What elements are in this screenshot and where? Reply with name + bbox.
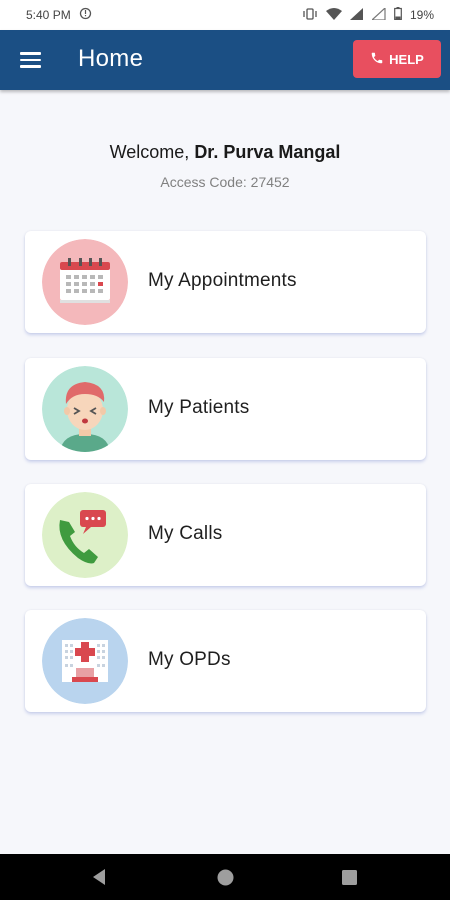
patients-label: My Patients <box>148 397 250 418</box>
sync-icon <box>79 7 92 23</box>
status-bar: 5:40 PM 19% <box>0 0 450 30</box>
opds-label: My OPDs <box>148 649 231 670</box>
hospital-icon <box>42 618 128 704</box>
wifi-icon <box>325 7 342 23</box>
patient-icon <box>42 366 128 452</box>
patients-card[interactable]: My Patients <box>25 358 426 460</box>
opds-card[interactable]: My OPDs <box>25 610 426 712</box>
calls-label: My Calls <box>148 523 223 544</box>
status-time: 5:40 PM <box>26 8 71 22</box>
welcome-message: Welcome, Dr. Purva Mangal <box>0 142 450 163</box>
welcome-prefix: Welcome, <box>109 142 195 162</box>
battery-icon <box>394 7 402 23</box>
calls-card[interactable]: My Calls <box>25 484 426 586</box>
cellular-icon <box>349 7 364 23</box>
app-bar: Home HELP <box>0 30 450 90</box>
home-icon[interactable] <box>217 869 234 891</box>
help-button[interactable]: HELP <box>353 40 441 78</box>
battery-level: 19% <box>409 8 434 22</box>
appointments-label: My Appointments <box>148 270 297 291</box>
doctor-name: Dr. Purva Mangal <box>194 142 341 162</box>
back-icon[interactable] <box>91 868 107 891</box>
vibrate-icon <box>302 7 318 23</box>
page-title: Home <box>78 45 144 72</box>
calendar-icon <box>42 239 128 325</box>
access-code: Access Code: 27452 <box>160 174 290 190</box>
phone-chat-icon <box>42 492 128 578</box>
help-label: HELP <box>389 51 424 67</box>
appointments-card[interactable]: My Appointments <box>25 231 426 333</box>
phone-icon <box>370 51 384 68</box>
system-nav-bar <box>0 854 450 900</box>
recents-icon[interactable] <box>342 870 357 890</box>
menu-icon[interactable] <box>20 52 41 68</box>
no-signal-icon <box>370 6 386 23</box>
